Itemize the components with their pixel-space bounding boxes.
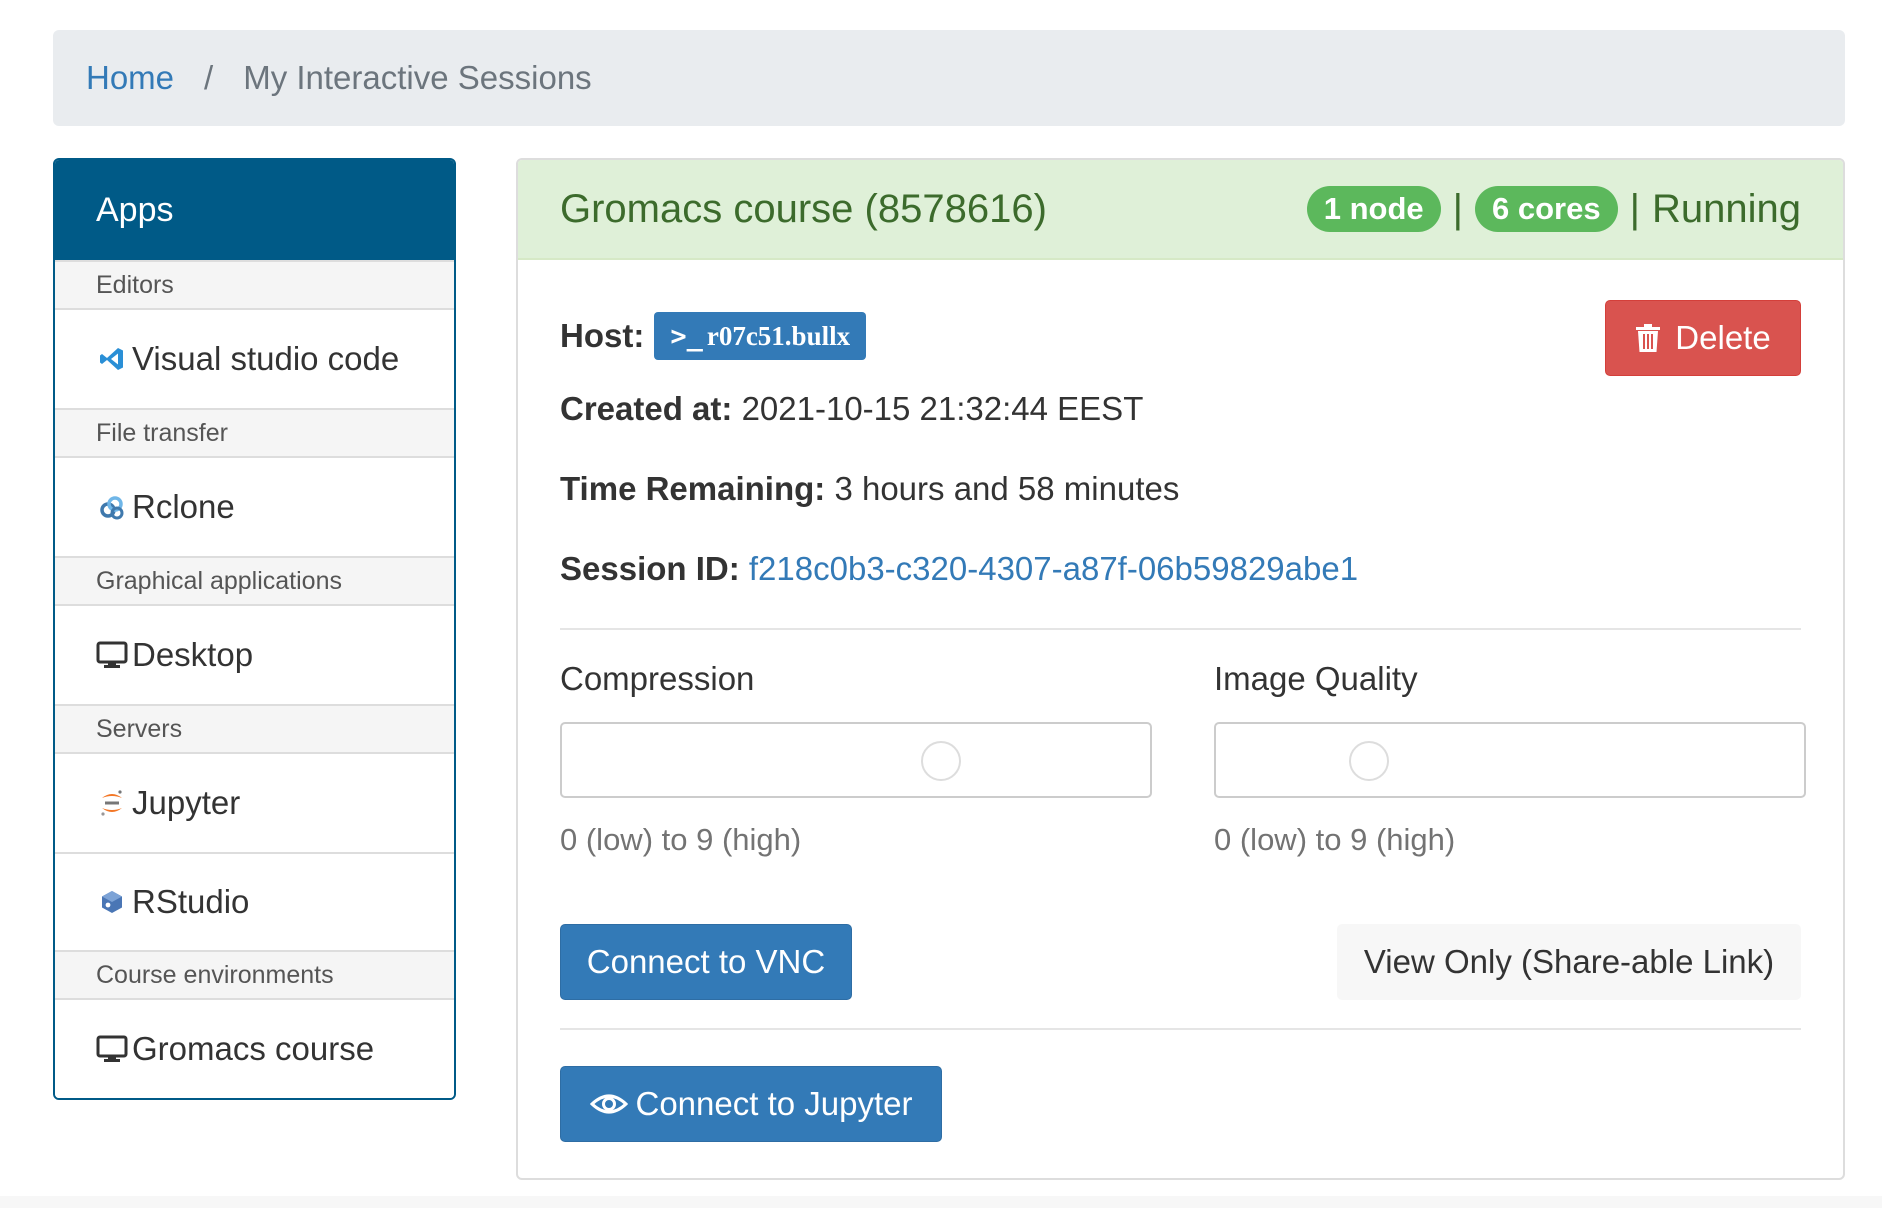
sidebar-item-label: Desktop xyxy=(132,636,254,673)
rstudio-icon xyxy=(96,886,128,918)
sidebar-item-visual-studio-code[interactable]: Visual studio code xyxy=(55,310,454,408)
monitor-icon xyxy=(96,639,128,671)
session-status: Running xyxy=(1651,186,1801,231)
sidebar-category-course-environments: Course environments xyxy=(55,950,454,1000)
connect-jupyter-button[interactable]: Connect to Jupyter xyxy=(560,1066,942,1142)
host-shell-button[interactable]: >_ r07c51.bullx xyxy=(654,312,867,360)
sidebar-category-servers: Servers xyxy=(55,704,454,754)
delete-button[interactable]: Delete xyxy=(1605,300,1801,376)
eye-icon xyxy=(589,1092,628,1116)
monitor-icon xyxy=(96,1033,128,1065)
time-remaining-row: Time Remaining: 3 hours and 58 minutes xyxy=(560,470,1179,508)
status-separator: | xyxy=(1629,186,1640,231)
divider xyxy=(560,628,1801,630)
footer-strip xyxy=(0,1196,1882,1208)
host-label: Host: xyxy=(560,317,645,354)
share-link-button[interactable]: View Only (Share-able Link) xyxy=(1337,924,1801,1000)
image-quality-slider-handle[interactable] xyxy=(1348,741,1389,781)
connect-jupyter-label: Connect to Jupyter xyxy=(635,1085,913,1122)
sidebar-item-jupyter[interactable]: Jupyter xyxy=(55,754,454,852)
session-id-row: Session ID: f218c0b3-c320-4307-a87f-06b5… xyxy=(560,550,1358,588)
sidebar-item-label: RStudio xyxy=(132,883,250,920)
divider xyxy=(560,1028,1801,1030)
sidebar-category-graphical-applications: Graphical applications xyxy=(55,556,454,606)
breadcrumb-home-link[interactable]: Home xyxy=(86,59,174,97)
breadcrumb: Home / My Interactive Sessions xyxy=(53,30,1845,126)
page: Home / My Interactive Sessions Apps Edit… xyxy=(0,0,1882,1208)
compression-label: Compression xyxy=(560,660,755,697)
session-title: Gromacs course (8578616) xyxy=(560,186,1047,231)
session-card-header: Gromacs course (8578616) 1 node | 6 core… xyxy=(518,160,1843,260)
compression-slider[interactable] xyxy=(560,722,1152,798)
status-separator: | xyxy=(1452,186,1464,231)
session-status-group: 1 node | 6 cores | Running xyxy=(1306,186,1801,232)
sidebar-item-rstudio[interactable]: RStudio xyxy=(55,852,454,950)
image-quality-slider[interactable] xyxy=(1214,722,1806,798)
apps-sidebar: Apps Editors Visual studio code File tra… xyxy=(53,158,456,1100)
connect-vnc-button[interactable]: Connect to VNC xyxy=(560,924,852,1000)
delete-label: Delete xyxy=(1675,319,1771,356)
sidebar-item-gromacs-course[interactable]: Gromacs course xyxy=(55,1000,454,1098)
session-id-label: Session ID: xyxy=(560,550,740,587)
created-value: 2021-10-15 21:32:44 EEST xyxy=(741,390,1144,427)
sidebar-category-file-transfer: File transfer xyxy=(55,408,454,458)
sidebar-header: Apps xyxy=(55,160,454,260)
sidebar-item-label: Gromacs course xyxy=(132,1030,375,1067)
sidebar-item-desktop[interactable]: Desktop xyxy=(55,606,454,704)
time-remaining-label: Time Remaining: xyxy=(560,470,826,507)
trash-icon xyxy=(1635,323,1661,353)
compression-control: Compression 0 (low) to 9 (high) xyxy=(560,660,1152,858)
sidebar-item-rclone[interactable]: Rclone xyxy=(55,458,454,556)
image-quality-label: Image Quality xyxy=(1214,660,1418,697)
terminal-icon: >_ xyxy=(670,320,703,352)
session-id-link[interactable]: f218c0b3-c320-4307-a87f-06b59829abe1 xyxy=(749,550,1358,587)
sidebar-item-label: Rclone xyxy=(132,488,235,525)
image-quality-help: 0 (low) to 9 (high) xyxy=(1214,822,1456,857)
jupyter-icon xyxy=(96,787,128,819)
compression-slider-handle[interactable] xyxy=(920,741,961,781)
created-row: Created at: 2021-10-15 21:32:44 EEST xyxy=(560,390,1143,428)
breadcrumb-current: My Interactive Sessions xyxy=(243,59,592,96)
rclone-icon xyxy=(96,491,128,523)
created-label: Created at: xyxy=(560,390,733,427)
vscode-icon xyxy=(96,343,128,375)
host-value: r07c51.bullx xyxy=(706,320,851,351)
image-quality-control: Image Quality 0 (low) to 9 (high) xyxy=(1214,660,1806,858)
time-remaining-value: 3 hours and 58 minutes xyxy=(834,470,1180,507)
breadcrumb-separator: / xyxy=(204,59,214,96)
sidebar-category-editors: Editors xyxy=(55,260,454,310)
nodes-badge: 1 node xyxy=(1306,186,1441,232)
host-row: Host: >_ r07c51.bullx xyxy=(560,312,867,360)
compression-help: 0 (low) to 9 (high) xyxy=(560,822,802,857)
sidebar-item-label: Visual studio code xyxy=(132,340,400,377)
sidebar-item-label: Jupyter xyxy=(132,784,241,821)
cores-badge: 6 cores xyxy=(1475,186,1618,232)
session-card: Gromacs course (8578616) 1 node | 6 core… xyxy=(516,158,1845,1180)
